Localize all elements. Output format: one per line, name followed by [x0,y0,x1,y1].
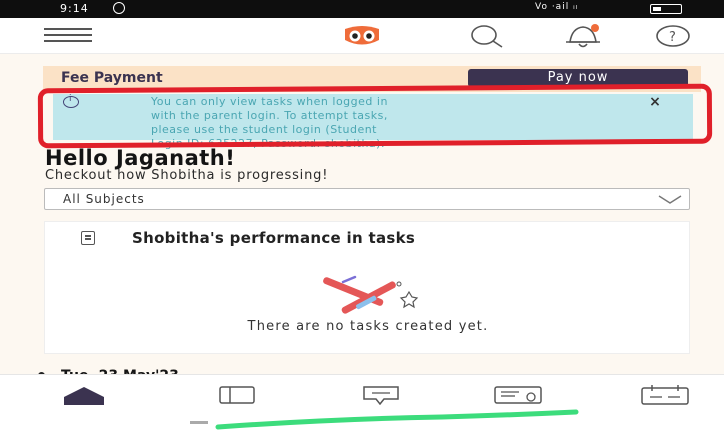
empty-tasks-message: There are no tasks created yet. [247,319,489,334]
search-icon[interactable] [464,22,506,50]
info-line: please use the student login (Student [151,123,377,136]
fee-payment-bar: Fee Payment Pay now [43,66,701,92]
bell-icon[interactable] [560,20,606,52]
status-time: 9:14 [60,2,89,15]
performance-card: Shobitha's performance in tasks There ar… [44,221,690,354]
greeting-title: Hello Jaganath! [45,146,236,170]
battery-icon [650,4,682,14]
empty-tasks-illustration [323,275,419,314]
chat-icon[interactable] [362,385,400,405]
subject-dropdown-value: All Subjects [63,192,145,206]
info-banner: You can only view tasks when logged in w… [53,94,693,150]
main-content: Fee Payment Pay now You can only view ta… [0,54,724,384]
greeting-subtitle: Checkout how Shobitha is progressing! [45,168,329,183]
info-message: You can only view tasks when logged in w… [151,95,621,151]
subject-dropdown[interactable]: All Subjects [44,188,690,210]
bottom-navigation [0,374,724,410]
fee-payment-title: Fee Payment [61,70,163,86]
recent-apps-icon[interactable] [190,421,208,424]
help-icon[interactable]: ? [655,24,691,48]
info-line: with the parent login. To attempt tasks, [151,109,388,122]
chevron-down-icon [658,195,682,204]
info-line: You can only view tasks when logged in [151,95,388,108]
performance-title: Shobitha's performance in tasks [132,229,416,247]
owl-logo-icon[interactable] [343,25,381,47]
pay-now-button[interactable]: Pay now [468,69,688,87]
info-icon [63,94,79,108]
hamburger-icon[interactable] [44,28,92,42]
book-icon[interactable] [218,385,256,405]
document-icon [81,231,95,245]
home-icon[interactable] [58,385,110,405]
close-icon[interactable]: × [647,94,663,110]
status-indicators: Vo ·ail ᵢₗ [535,2,579,12]
certificate-icon[interactable] [493,385,547,405]
svg-text:?: ? [669,30,676,45]
calendar-icon[interactable] [640,385,690,405]
annotation-green-stroke [215,409,579,430]
status-bar: 9:14 Vo ·ail ᵢₗ [0,0,724,18]
whatsapp-icon [113,2,125,14]
app-header: ? [0,18,724,54]
